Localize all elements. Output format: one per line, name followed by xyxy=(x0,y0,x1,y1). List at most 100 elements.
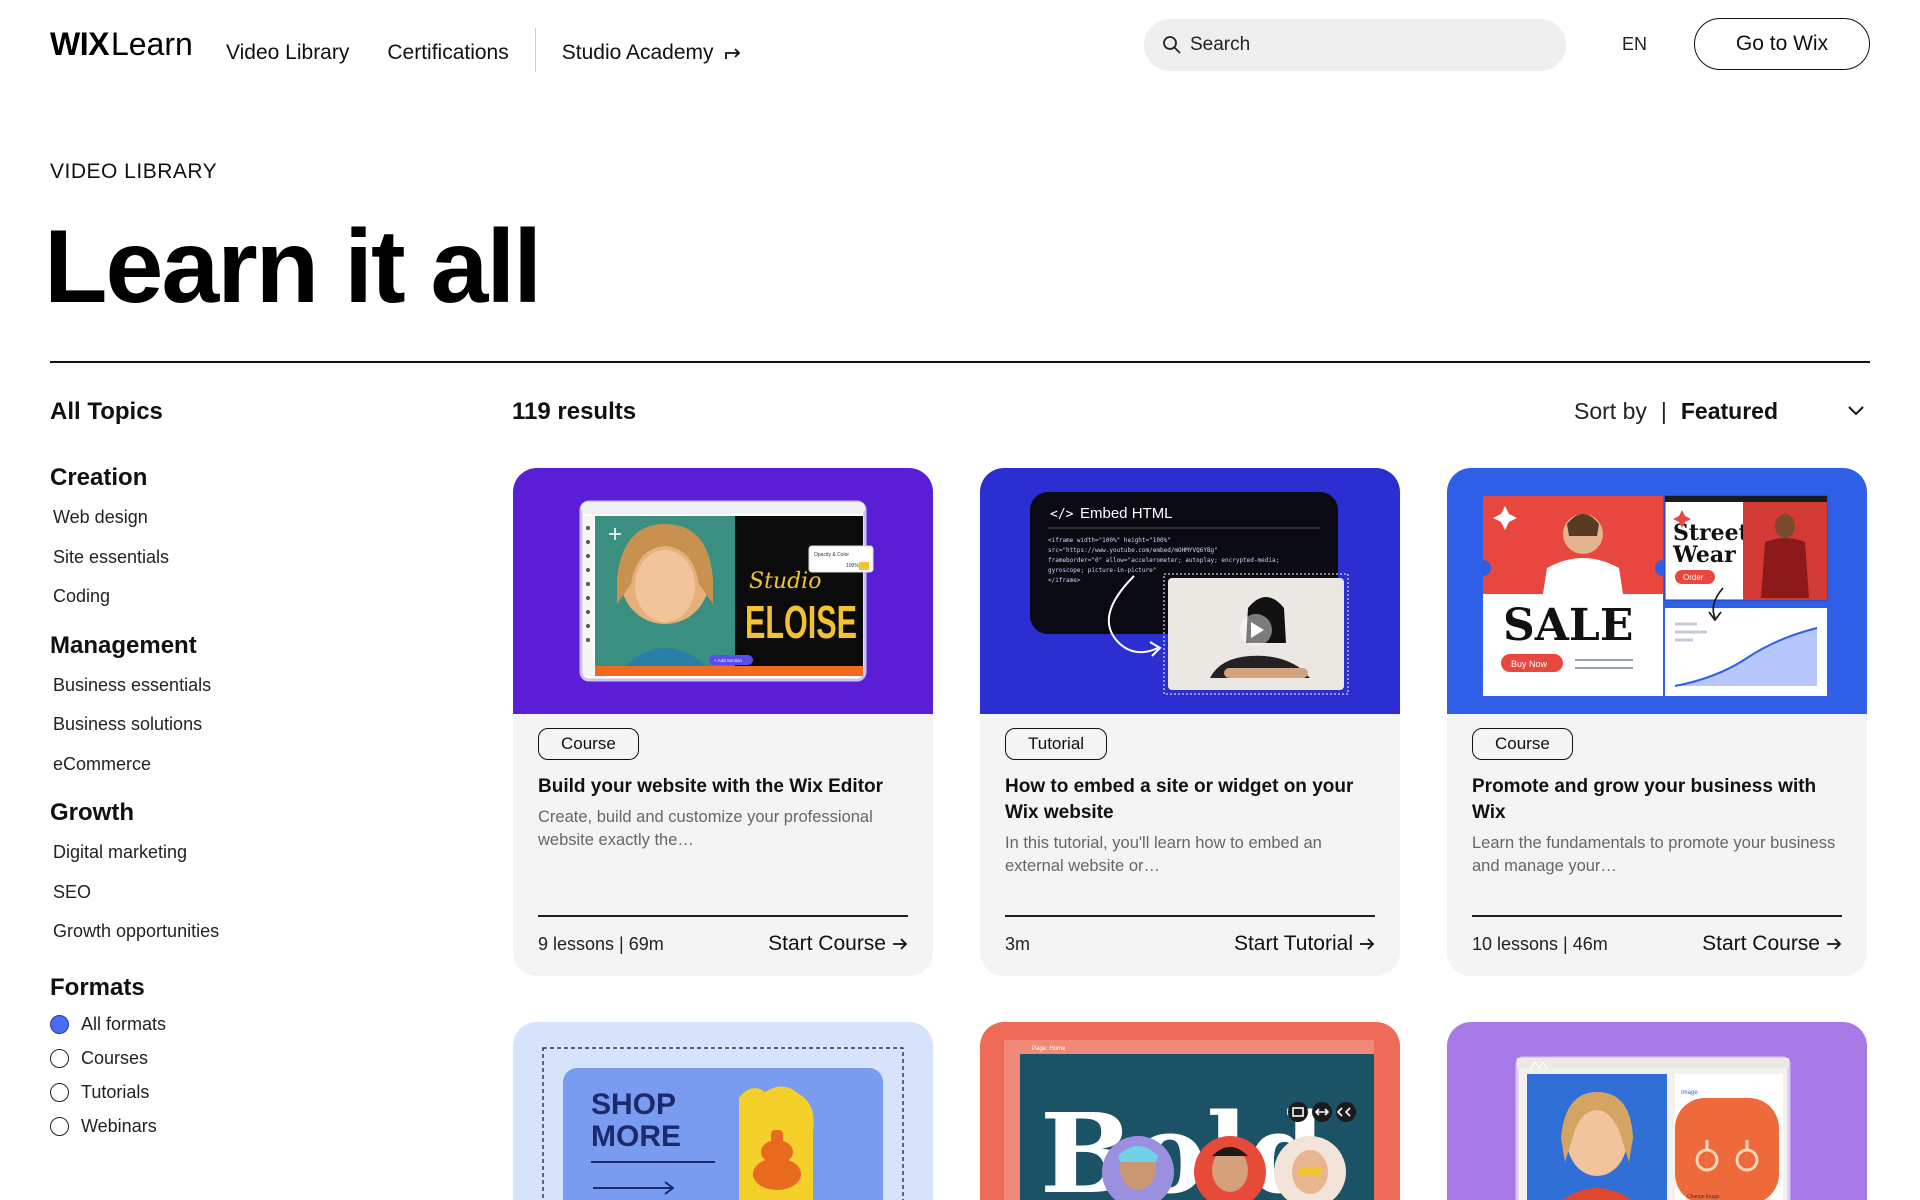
start-tutorial-button[interactable]: Start Tutorial xyxy=(1234,932,1375,956)
results-count: 119 results xyxy=(512,398,637,425)
topic-web-design[interactable]: Web design xyxy=(53,506,370,546)
radio-icon[interactable] xyxy=(50,1117,69,1136)
buy-now-text: Buy Now xyxy=(1511,659,1548,669)
hero-divider xyxy=(50,361,1870,363)
format-label: Courses xyxy=(81,1048,149,1068)
course-card[interactable]: Image Change Image xyxy=(1447,1022,1867,1200)
main-nav: Video Library Certifications Studio Acad… xyxy=(226,28,742,72)
card-title[interactable]: How to embed a site or widget on your Wi… xyxy=(1005,774,1385,826)
site-header: WIX Learn Video Library Certifications S… xyxy=(0,0,1920,92)
wix-learn-logo[interactable]: WIX Learn xyxy=(50,26,193,63)
go-to-wix-button[interactable]: Go to Wix xyxy=(1694,18,1870,70)
card-description: Create, build and customize your profess… xyxy=(538,808,873,849)
card-title[interactable]: Build your website with the Wix Editor xyxy=(538,774,918,800)
card-thumbnail: SALE Buy Now Street Wear Order xyxy=(1447,468,1867,714)
arrow-right-icon xyxy=(1827,938,1842,950)
format-badge: Tutorial xyxy=(1005,728,1108,760)
topic-seo[interactable]: SEO xyxy=(53,881,370,921)
nav-certifications[interactable]: Certifications xyxy=(387,41,508,65)
card-description: In this tutorial, you'll learn how to em… xyxy=(1005,834,1322,875)
bold-editor-illustration: Page: Home Bold xyxy=(1004,1040,1374,1200)
code-line: frameborder="0" allow="accelerometer; au… xyxy=(1048,557,1279,564)
search-bar[interactable] xyxy=(1144,19,1566,71)
card-thumbnail: Studio ELOISE Opacity & Color 100% + Add… xyxy=(513,468,933,714)
topic-group-title[interactable]: Management xyxy=(50,632,370,660)
wear-text: Wear xyxy=(1672,542,1736,568)
code-line: <iframe width="100%" height="100%" xyxy=(1048,537,1171,544)
search-input[interactable] xyxy=(1190,34,1550,56)
nav-divider xyxy=(534,28,536,72)
logo-wix: WIX xyxy=(50,26,109,62)
card-meta: 3m xyxy=(1005,934,1031,954)
sort-dropdown[interactable]: Sort by | Featured xyxy=(1574,398,1870,425)
card-divider xyxy=(1472,915,1842,917)
logo-learn: Learn xyxy=(110,26,193,62)
format-option-courses[interactable]: Courses xyxy=(50,1042,370,1076)
nav-video-library[interactable]: Video Library xyxy=(226,41,349,65)
course-card[interactable]: Page: Home Bold xyxy=(980,1022,1400,1200)
arrow-right-icon xyxy=(893,938,908,950)
order-text: Order xyxy=(1683,573,1704,582)
sort-label: Sort by xyxy=(1574,398,1647,424)
topic-group-title[interactable]: Creation xyxy=(50,464,370,492)
topic-ecommerce[interactable]: eCommerce xyxy=(53,753,370,793)
nav-studio-academy[interactable]: Studio Academy xyxy=(562,41,742,65)
thumb-add-section: + Add Section xyxy=(714,658,742,663)
format-label: Webinars xyxy=(81,1116,157,1136)
course-card[interactable]: SHOP MORE xyxy=(513,1022,933,1200)
format-option-all[interactable]: All formats xyxy=(50,1008,370,1042)
format-option-tutorials[interactable]: Tutorials xyxy=(50,1076,370,1110)
card-meta: 10 lessons | 46m xyxy=(1472,934,1608,954)
card-thumbnail: Page: Home Bold xyxy=(980,1022,1400,1200)
change-image-label: Change Image xyxy=(1687,1194,1720,1200)
cta-label: Start Tutorial xyxy=(1233,932,1353,955)
cta-label: Start Course xyxy=(768,932,886,955)
card-divider xyxy=(1005,915,1375,917)
card-title[interactable]: Promote and grow your business with Wix xyxy=(1472,774,1852,826)
topic-coding[interactable]: Coding xyxy=(53,585,370,625)
radio-checked-icon[interactable] xyxy=(50,1015,69,1034)
page-label: Page: Home xyxy=(1032,1046,1066,1052)
sort-separator: | xyxy=(1660,398,1667,424)
section-eyebrow: VIDEO LIBRARY xyxy=(50,160,218,183)
cta-label: Start Course xyxy=(1702,932,1820,955)
topic-site-essentials[interactable]: Site essentials xyxy=(53,546,370,586)
shop-more-illustration: SHOP MORE xyxy=(542,1047,904,1200)
code-line: gyroscope; picture-in-picture" xyxy=(1048,567,1156,574)
card-description: Learn the fundamentals to promote your b… xyxy=(1472,834,1836,875)
start-course-button[interactable]: Start Course xyxy=(768,932,908,956)
topic-digital-marketing[interactable]: Digital marketing xyxy=(53,841,370,881)
external-arrow-icon xyxy=(724,48,740,59)
topic-group-creation: Creation Web design Site essentials Codi… xyxy=(50,464,370,625)
image-label: Image xyxy=(1681,1090,1698,1096)
more-text: MORE xyxy=(591,1120,681,1153)
start-course-button[interactable]: Start Course xyxy=(1702,932,1842,956)
radio-icon[interactable] xyxy=(50,1083,69,1102)
topic-group-title[interactable]: Growth xyxy=(50,799,370,827)
portrait-editor-illustration: Image Change Image xyxy=(1515,1056,1791,1200)
tutorial-card[interactable]: </> Embed HTML <iframe width="100%" heig… xyxy=(980,468,1400,976)
format-label: Tutorials xyxy=(81,1082,150,1102)
language-selector[interactable]: EN xyxy=(1622,34,1647,55)
card-meta: 9 lessons | 69m xyxy=(538,934,664,954)
topics-sidebar: All Topics Creation Web design Site esse… xyxy=(50,398,370,1144)
thumb-mini-label: Opacity & Color xyxy=(814,552,849,558)
radio-icon[interactable] xyxy=(50,1049,69,1068)
all-topics-link[interactable]: All Topics xyxy=(50,398,370,426)
search-icon xyxy=(1163,36,1181,54)
format-badge: Course xyxy=(538,728,639,760)
code-line: </iframe> xyxy=(1048,577,1081,584)
sale-text: SALE xyxy=(1503,600,1633,651)
sort-value: Featured xyxy=(1680,398,1778,424)
topic-business-solutions[interactable]: Business solutions xyxy=(53,713,370,753)
format-option-webinars[interactable]: Webinars xyxy=(50,1110,370,1144)
card-divider xyxy=(538,915,908,917)
course-card[interactable]: SALE Buy Now Street Wear Order Course Pr… xyxy=(1447,468,1867,976)
card-thumbnail: </> Embed HTML <iframe width="100%" heig… xyxy=(980,468,1400,714)
topic-growth-opportunities[interactable]: Growth opportunities xyxy=(53,920,370,960)
page-title: Learn it all xyxy=(44,209,542,325)
embed-html-illustration: </> Embed HTML <iframe width="100%" heig… xyxy=(1030,492,1349,695)
course-card[interactable]: Studio ELOISE Opacity & Color 100% + Add… xyxy=(513,468,933,976)
sale-promo-illustration: SALE Buy Now Street Wear Order xyxy=(1475,495,1828,696)
topic-business-essentials[interactable]: Business essentials xyxy=(53,674,370,714)
